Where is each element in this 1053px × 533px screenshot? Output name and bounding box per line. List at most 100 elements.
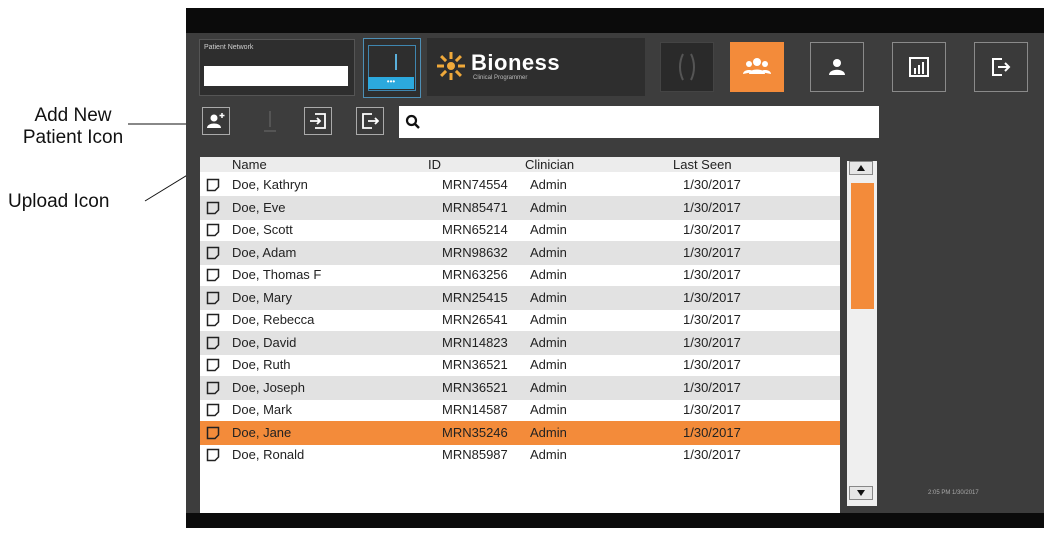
reports-nav-button[interactable] (892, 42, 946, 92)
patient-last-seen: 1/30/2017 (683, 402, 741, 417)
patient-last-seen: 1/30/2017 (683, 334, 741, 350)
table-scrollbar[interactable] (847, 161, 877, 506)
patient-id: MRN36521 (442, 379, 508, 395)
reports-chart-icon (909, 57, 929, 77)
patient-id: MRN63256 (442, 267, 508, 282)
user-icon (829, 59, 845, 75)
column-header-clinician[interactable]: Clinician (525, 157, 574, 172)
table-row[interactable]: Doe, Joseph MRN36521 Admin 1/30/2017 (200, 375, 840, 400)
patient-last-seen: 1/30/2017 (683, 357, 741, 372)
search-icon (405, 114, 420, 129)
add-new-patient-icon (207, 113, 225, 128)
patient-file-icon (206, 381, 220, 394)
patient-file-icon (206, 291, 220, 304)
table-row[interactable]: Doe, Ruth MRN36521 Admin 1/30/2017 (200, 353, 840, 377)
patient-id: MRN65214 (442, 222, 508, 237)
patient-clinician: Admin (530, 222, 567, 237)
patient-id: MRN25415 (442, 289, 508, 305)
patient-clinician: Admin (530, 199, 567, 215)
patient-last-seen: 1/30/2017 (683, 289, 741, 305)
device-button[interactable]: ••• (363, 38, 421, 98)
patient-last-seen: 1/30/2017 (683, 222, 741, 237)
table-row[interactable]: Doe, David MRN14823 Admin 1/30/2017 (200, 330, 840, 355)
handles-button[interactable] (660, 42, 714, 92)
patient-name: Doe, Ruth (232, 357, 291, 372)
patient-name: Doe, Ronald (232, 447, 305, 462)
export-button[interactable] (356, 107, 384, 135)
patient-file-icon (206, 201, 220, 214)
triangle-down-icon (857, 490, 865, 496)
table-row[interactable]: Doe, Jane MRN35246 Admin 1/30/2017 (200, 420, 840, 445)
column-header-id[interactable]: ID (428, 157, 441, 172)
patient-clinician: Admin (530, 244, 567, 260)
patient-id: MRN36521 (442, 357, 508, 372)
patient-file-icon (206, 223, 220, 237)
table-row[interactable]: Doe, Mark MRN14587 Admin 1/30/2017 (200, 398, 840, 422)
patient-name: Doe, Mark (232, 402, 292, 417)
patient-name: Doe, Thomas F (232, 267, 322, 282)
patient-name: Doe, Adam (232, 244, 297, 260)
patient-clinician: Admin (530, 357, 567, 372)
patient-last-seen: 1/30/2017 (683, 177, 741, 192)
patient-clinician: Admin (530, 312, 567, 327)
scroll-up-button[interactable] (849, 161, 873, 175)
patients-group-icon (743, 58, 771, 74)
patient-clinician: Admin (530, 289, 567, 305)
table-row[interactable]: Doe, Scott MRN65214 Admin 1/30/2017 (200, 218, 840, 242)
patient-name: Doe, David (232, 334, 297, 350)
scroll-down-button[interactable] (849, 486, 873, 500)
upload-icon (264, 111, 276, 132)
table-row[interactable]: Doe, Eve MRN85471 Admin 1/30/2017 (200, 195, 840, 220)
patient-id: MRN85987 (442, 447, 508, 462)
patient-id: MRN14823 (442, 334, 508, 350)
user-nav-button[interactable] (810, 42, 864, 92)
patient-network-label: Patient Network (204, 44, 254, 51)
scroll-thumb[interactable] (851, 183, 874, 309)
logout-nav-button[interactable] (974, 42, 1028, 92)
patient-clinician: Admin (530, 424, 567, 440)
table-row[interactable]: Doe, Thomas F MRN63256 Admin 1/30/2017 (200, 263, 840, 287)
patient-last-seen: 1/30/2017 (683, 199, 741, 215)
table-row[interactable]: Doe, Kathryn MRN74554 Admin 1/30/2017 (200, 173, 840, 197)
patient-file-icon (206, 336, 220, 349)
patient-last-seen: 1/30/2017 (683, 267, 741, 282)
patient-clinician: Admin (530, 334, 567, 350)
patient-clinician: Admin (530, 177, 567, 192)
patient-name: Doe, Mary (232, 289, 292, 305)
patient-network-box: Patient Network (199, 39, 355, 96)
import-button[interactable] (304, 107, 332, 135)
table-row[interactable]: Doe, Rebecca MRN26541 Admin 1/30/2017 (200, 308, 840, 332)
export-icon (362, 113, 379, 129)
bottom-bar (186, 513, 1044, 528)
patient-clinician: Admin (530, 267, 567, 282)
patient-id: MRN35246 (442, 424, 508, 440)
column-header-last-seen[interactable]: Last Seen (673, 157, 732, 172)
table-row[interactable]: Doe, Adam MRN98632 Admin 1/30/2017 (200, 240, 840, 265)
table-row[interactable]: Doe, Mary MRN25415 Admin 1/30/2017 (200, 285, 840, 310)
patient-file-icon (206, 448, 220, 462)
handles-icon (679, 53, 695, 81)
patient-last-seen: 1/30/2017 (683, 424, 741, 440)
patient-file-icon (206, 178, 220, 192)
patient-file-icon (206, 426, 220, 439)
status-timestamp: 2:05 PM 1/30/2017 (928, 490, 979, 496)
upload-button[interactable] (256, 107, 284, 135)
add-new-patient-button[interactable] (202, 107, 230, 135)
patient-file-icon (206, 313, 220, 327)
patient-clinician: Admin (530, 402, 567, 417)
patient-last-seen: 1/30/2017 (683, 447, 741, 462)
table-row[interactable]: Doe, Ronald MRN85987 Admin 1/30/2017 (200, 443, 840, 467)
app-window: Patient Network ••• Bioness Clinical Pro… (186, 8, 1044, 528)
search-input[interactable] (425, 110, 869, 136)
import-icon (310, 113, 326, 129)
patient-clinician: Admin (530, 447, 567, 462)
patients-nav-button[interactable] (730, 42, 784, 92)
patient-name: Doe, Joseph (232, 379, 305, 395)
column-header-name[interactable]: Name (232, 157, 267, 172)
top-bar (186, 8, 1044, 33)
patient-network-field[interactable] (204, 66, 348, 86)
patient-file-icon (206, 358, 220, 372)
patient-id: MRN74554 (442, 177, 508, 192)
patient-file-icon (206, 246, 220, 259)
device-indicator (395, 54, 397, 70)
